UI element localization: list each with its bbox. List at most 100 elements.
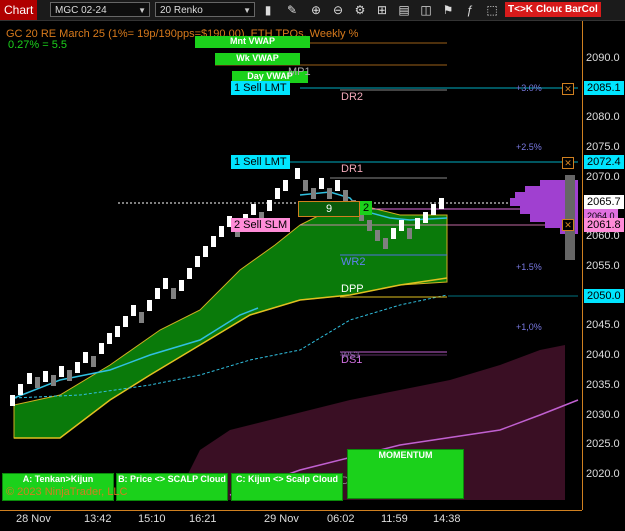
renko-brick [399, 220, 404, 231]
renko-brick [211, 236, 216, 247]
tenkan-kijun-label: A: Tenkan>Kijun [22, 474, 94, 484]
renko-brick [343, 190, 348, 201]
renko-brick [51, 375, 56, 386]
renko-brick [311, 188, 316, 199]
sell-limit-order-1[interactable]: 1 Sell LMT [231, 81, 290, 95]
pct-3-0: +3.0% [516, 83, 542, 93]
renko-brick [18, 384, 23, 395]
renko-brick [59, 366, 64, 377]
ws1-label: WS1 [341, 350, 361, 360]
renko-brick [415, 218, 420, 229]
renko-brick [431, 204, 436, 215]
pct-2-5: +2.5% [516, 142, 542, 152]
renko-brick [147, 300, 152, 311]
renko-brick [27, 373, 32, 384]
time-tick-label: 28 Nov [16, 513, 51, 525]
scalp-cloud-label: B: Price <> SCALP Cloud [118, 474, 226, 484]
price-tick-label: 2020.0 [586, 468, 620, 480]
scalp-cloud-button[interactable]: B: Price <> SCALP Cloud [116, 473, 228, 501]
close-order-icon[interactable]: ✕ [562, 219, 574, 231]
profile-grey [565, 175, 575, 260]
price-tag-2061: 2061.8 [584, 218, 624, 232]
price-tick-label: 2070.0 [586, 170, 620, 183]
renko-brick [303, 180, 308, 191]
renko-brick [439, 198, 444, 209]
renko-brick [171, 288, 176, 299]
mnt-vwap-label: Mnt VWAP [195, 36, 310, 48]
copyright-text: © 2023 NinjaTrader, LLC [6, 486, 128, 498]
sell-stop-order[interactable]: 2 Sell SLM [231, 218, 291, 232]
renko-brick [179, 280, 184, 291]
price-tick-label: 2060.0 [586, 230, 620, 243]
renko-brick [91, 356, 96, 367]
renko-brick [383, 238, 388, 249]
price-tick-label: 2055.0 [586, 260, 620, 272]
renko-brick [83, 352, 88, 363]
time-tick-label: 13:42 [84, 513, 112, 525]
renko-brick [10, 395, 15, 406]
position-side-box[interactable]: 2 [360, 201, 372, 215]
renko-brick [123, 316, 128, 327]
kijun-scalp-label: C: Kijun <> Scalp Cloud [235, 474, 338, 484]
renko-brick [115, 326, 120, 337]
renko-brick [423, 212, 428, 223]
renko-brick [335, 180, 340, 191]
price-tick-label: 2080.0 [586, 111, 620, 124]
time-tick-label: 11:59 [381, 513, 408, 525]
wr2-label: WR2 [341, 256, 366, 268]
renko-brick [267, 200, 272, 211]
price-tick-label: 2045.0 [586, 319, 620, 332]
pct-1-5: +1.5% [516, 262, 542, 272]
price-tag-2050: 2050.0 [584, 289, 624, 303]
renko-brick [295, 168, 300, 179]
dpp-label: DPP [341, 283, 364, 295]
renko-brick [319, 178, 324, 189]
renko-brick [43, 371, 48, 382]
price-tick-label: 2030.0 [586, 408, 620, 421]
time-tick-label: 15:10 [138, 513, 166, 525]
mp1-label: MP1 [288, 66, 311, 78]
momentum-label: MOMENTUM [378, 450, 433, 460]
renko-brick [187, 268, 192, 279]
close-order-icon[interactable]: ✕ [562, 157, 574, 169]
renko-brick [99, 343, 104, 354]
price-tick-label: 2025.0 [586, 438, 620, 451]
dr1-label: DR1 [341, 163, 364, 175]
renko-brick [375, 230, 380, 241]
wk-vwap-label: Wk VWAP [215, 53, 300, 65]
momentum-button[interactable]: MOMENTUM [347, 449, 464, 499]
kijun-scalp-button[interactable]: C: Kijun <> Scalp Cloud [231, 473, 343, 501]
renko-brick [219, 226, 224, 237]
time-tick-label: 29 Nov [264, 513, 299, 525]
time-tick-label: 16:21 [189, 513, 217, 525]
last-price-tag: 2065.7 [584, 195, 624, 209]
price-tick-label: 2040.0 [586, 349, 620, 362]
renko-brick [131, 305, 136, 316]
renko-brick [275, 188, 280, 199]
renko-brick [35, 377, 40, 388]
sell-limit-order-2[interactable]: 1 Sell LMT [231, 155, 290, 169]
renko-brick [107, 333, 112, 344]
renko-brick [283, 180, 288, 191]
renko-brick [75, 362, 80, 373]
renko-brick [195, 256, 200, 267]
renko-brick [367, 220, 372, 231]
renko-brick [203, 246, 208, 257]
renko-brick [155, 288, 160, 299]
chart-subtitle: 0.27% = 5.5 [8, 39, 68, 51]
time-tick-label: 14:38 [433, 513, 461, 525]
close-order-icon[interactable]: ✕ [562, 83, 574, 95]
renko-brick [163, 278, 168, 289]
price-tick-label: 2075.0 [586, 141, 620, 154]
position-quantity-box[interactable]: 9 [298, 201, 360, 217]
price-tag-2085: 2085.1 [584, 81, 624, 95]
renko-brick [407, 228, 412, 239]
renko-brick [327, 188, 332, 199]
renko-brick [391, 228, 396, 239]
dr2-label: DR2 [341, 91, 364, 103]
renko-brick [251, 204, 256, 215]
price-tag-2072: 2072.4 [584, 155, 624, 169]
time-tick-label: 06:02 [327, 513, 355, 525]
price-tick-label: 2035.0 [586, 378, 620, 391]
renko-brick [139, 312, 144, 323]
